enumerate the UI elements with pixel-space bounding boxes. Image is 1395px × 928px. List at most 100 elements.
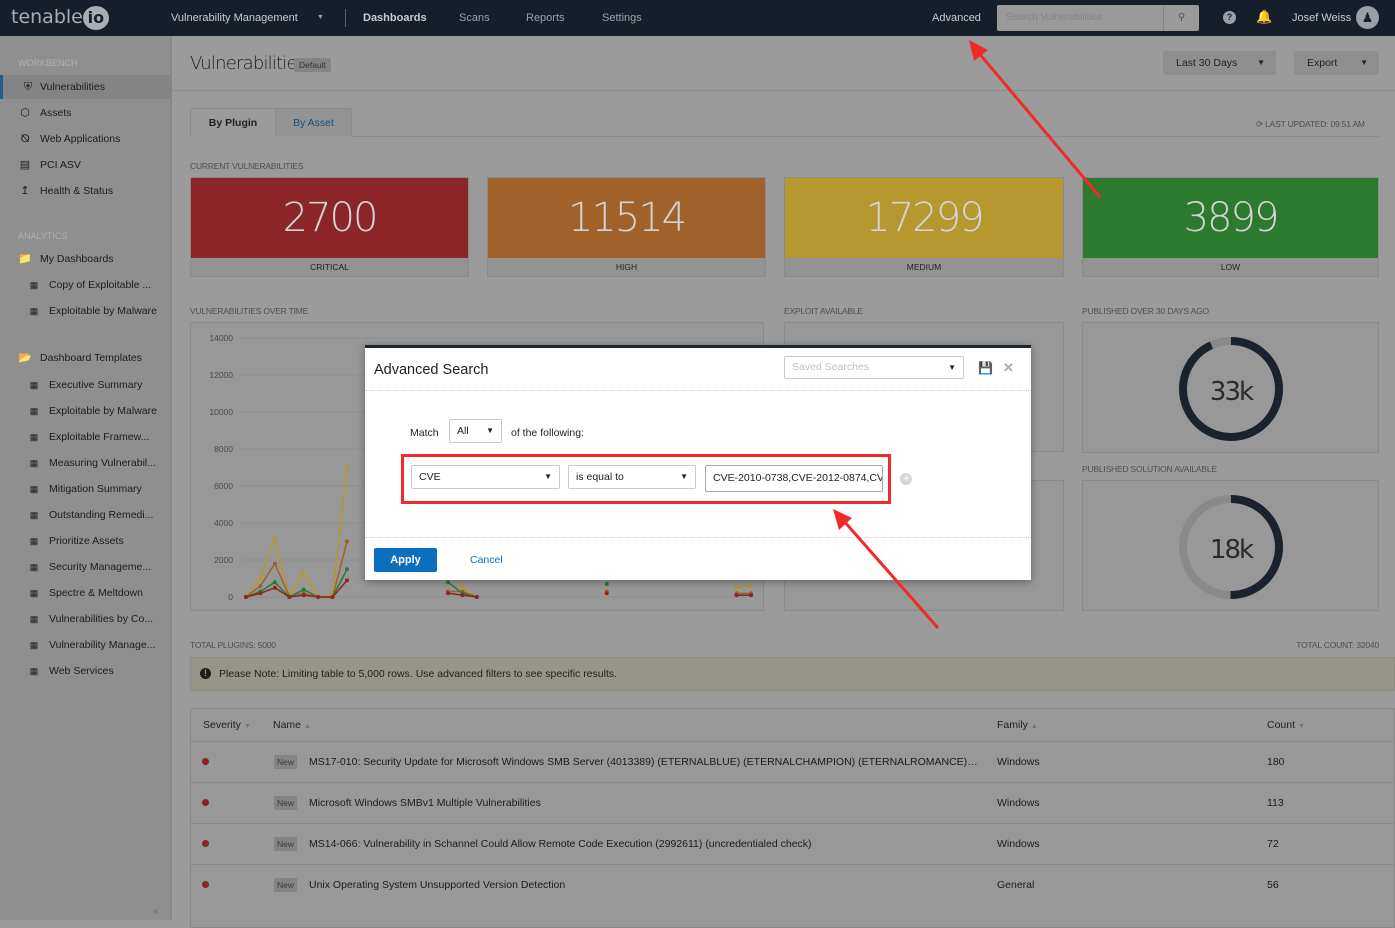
sidebar-item-dashboard[interactable]: ▦ Exploitable by Malware — [0, 399, 171, 423]
collapse-sidebar-icon[interactable]: « — [153, 906, 159, 917]
top-nav: tenable io Vulnerability Management ▼ Das… — [0, 0, 1395, 36]
sidebar-item-dashboard[interactable]: ▦ Measuring Vulnerabil... — [0, 451, 171, 475]
data-point — [604, 582, 609, 587]
tab-by-asset[interactable]: By Asset — [276, 108, 352, 136]
severity-count: 17299 — [785, 178, 1063, 258]
severity-card-high[interactable]: 11514 HIGH — [487, 177, 766, 277]
y-tick-label: 14000 — [209, 333, 233, 343]
grid-icon: ▦ — [29, 640, 39, 650]
nav-dashboards[interactable]: Dashboards — [363, 12, 427, 24]
sidebar-item-dashboard[interactable]: ▦ Vulnerabilities by Co... — [0, 607, 171, 631]
sidebar-item-dashboard[interactable]: ▦ Prioritize Assets — [0, 529, 171, 553]
y-tick-label: 6000 — [214, 481, 233, 491]
tab-by-plugin[interactable]: By Plugin — [190, 108, 276, 136]
sidebar-item-vulnerabilities[interactable]: ⛨ Vulnerabilities — [0, 75, 171, 99]
sidebar-item-health-status[interactable]: ↥ Health & Status — [0, 179, 171, 203]
saved-searches-dropdown[interactable]: Saved Searches ▼ — [784, 356, 964, 379]
export-dropdown[interactable]: Export ▼ — [1294, 51, 1379, 75]
plugins-table: Severity ▼ Name ▲ Family ▲ Count ▼ New MS… — [190, 708, 1395, 928]
severity-count: 11514 — [488, 178, 765, 258]
sidebar-item-dashboard[interactable]: ▦ Security Manageme... — [0, 555, 171, 579]
advanced-search-link[interactable]: Advanced — [932, 12, 981, 24]
filter-field-dropdown[interactable]: CVE ▼ — [411, 465, 560, 489]
sidebar-item-pci-asv[interactable]: ▤ PCI ASV — [0, 153, 171, 177]
following-label: of the following: — [511, 427, 584, 439]
severity-card-critical[interactable]: 2700 CRITICAL — [190, 177, 469, 277]
published30-label: PUBLISHED OVER 30 DAYS AGO — [1082, 306, 1209, 316]
nav-scans[interactable]: Scans — [459, 12, 490, 24]
sidebar-item-dashboard[interactable]: ▦ Executive Summary — [0, 373, 171, 397]
grid-icon: ▦ — [29, 380, 39, 390]
column-family[interactable]: Family ▲ — [997, 709, 1038, 741]
sidebar-item-dashboard[interactable]: ▦ Exploitable Framew... — [0, 425, 171, 449]
sidebar-item-dashboard[interactable]: ▦ Outstanding Remedi... — [0, 503, 171, 527]
nav-settings[interactable]: Settings — [602, 12, 642, 24]
sidebar-item-dashboard-templates[interactable]: 📂 Dashboard Templates — [0, 346, 171, 370]
search-input[interactable]: Search Vulnerabilities ⚲ — [997, 5, 1199, 31]
sidebar-item-my-dashboards[interactable]: 📁 My Dashboards — [0, 247, 171, 271]
product-switcher[interactable]: Vulnerability Management — [171, 12, 298, 24]
sidebar: WORKBENCH ⛨ Vulnerabilities ⬡ Assets ⦰ Web … — [0, 36, 172, 920]
help-icon[interactable]: ? — [1223, 11, 1236, 24]
published30-panel: 33k — [1082, 322, 1379, 453]
solution-label: PUBLISHED SOLUTION AVAILABLE — [1082, 464, 1217, 474]
column-name[interactable]: Name ▲ — [273, 709, 311, 741]
save-icon[interactable]: 💾 — [978, 361, 993, 375]
plugin-name[interactable]: Microsoft Windows SMBv1 Multiple Vulnera… — [309, 783, 541, 823]
column-count[interactable]: Count ▼ — [1267, 709, 1305, 741]
severity-card-low[interactable]: 3899 LOW — [1082, 177, 1379, 277]
sidebar-item-web-applications[interactable]: ⦰ Web Applications — [0, 127, 171, 151]
column-severity[interactable]: Severity ▼ — [203, 709, 251, 741]
sidebar-item-assets[interactable]: ⬡ Assets — [0, 101, 171, 125]
close-icon[interactable]: ✕ — [1003, 360, 1014, 376]
sidebar-item-dashboard[interactable]: ▦ Exploitable by Malware — [0, 299, 171, 323]
series-line — [245, 467, 348, 598]
severity-card-medium[interactable]: 17299 MEDIUM — [784, 177, 1064, 277]
avatar[interactable]: ♟ — [1356, 6, 1379, 29]
plugin-name[interactable]: MS17-010: Security Update for Microsoft … — [309, 742, 979, 782]
refresh-icon: ⟳ — [1256, 119, 1263, 129]
cube-icon: ⬡ — [20, 107, 30, 119]
grid-icon: ▦ — [29, 280, 39, 290]
alert-icon: ! — [200, 668, 211, 679]
y-tick-label: 0 — [228, 592, 233, 602]
donut-value: 18k — [1210, 535, 1254, 565]
date-range-dropdown[interactable]: Last 30 Days ▼ — [1163, 51, 1276, 75]
grid-icon: ▦ — [29, 588, 39, 598]
plugin-name[interactable]: Unix Operating System Unsupported Versio… — [309, 865, 565, 905]
table-row[interactable]: New Microsoft Windows SMBv1 Multiple Vuln… — [191, 782, 1395, 823]
table-row[interactable]: New MS17-010: Security Update for Microso… — [191, 741, 1395, 782]
sidebar-item-dashboard[interactable]: ▦ Web Services — [0, 659, 171, 683]
user-name[interactable]: Josef Weiss — [1292, 12, 1351, 24]
apply-button[interactable]: Apply — [374, 548, 437, 572]
match-dropdown[interactable]: All ▼ — [449, 419, 502, 443]
bell-icon[interactable]: 🔔 — [1256, 9, 1272, 25]
sidebar-item-dashboard[interactable]: ▦ Vulnerability Manage... — [0, 633, 171, 657]
sidebar-item-dashboard[interactable]: ▦ Copy of Exploitable ... — [0, 273, 171, 297]
sidebar-item-dashboard[interactable]: ▦ Mitigation Summary — [0, 477, 171, 501]
match-label: Match — [410, 427, 439, 439]
advanced-search-modal: Advanced Search Saved Searches ▼ 💾 ✕ Matc… — [365, 345, 1031, 580]
chevron-down-icon[interactable]: ▼ — [317, 14, 324, 21]
plugin-family: Windows — [997, 797, 1040, 809]
nav-reports[interactable]: Reports — [526, 12, 565, 24]
add-filter-icon[interactable]: + — [900, 473, 912, 485]
table-row[interactable]: New MS14-066: Vulnerability in Schannel C… — [191, 823, 1395, 864]
sidebar-item-dashboard[interactable]: ▦ Spectre & Meltdown — [0, 581, 171, 605]
folder-open-icon: 📂 — [18, 352, 32, 364]
search-icon[interactable]: ⚲ — [1163, 5, 1199, 31]
filter-operator-dropdown[interactable]: is equal to ▼ — [568, 465, 696, 489]
y-tick-label: 12000 — [209, 370, 233, 380]
donut-value: 33k — [1210, 377, 1254, 407]
table-row[interactable]: New Unix Operating System Unsupported Ver… — [191, 864, 1395, 905]
divider — [365, 390, 1031, 391]
plugin-name[interactable]: MS14-066: Vulnerability in Schannel Coul… — [309, 824, 812, 864]
plugin-family: Windows — [997, 756, 1040, 768]
filter-value-input[interactable]: CVE-2010-0738,CVE-2012-0874,CVE-2013-481… — [705, 465, 883, 492]
severity-count: 2700 — [191, 178, 468, 258]
grid-icon: ▦ — [29, 510, 39, 520]
caret-down-icon: ▼ — [486, 426, 494, 435]
cancel-button[interactable]: Cancel — [470, 554, 503, 566]
grid-icon: ▦ — [29, 562, 39, 572]
tenable-logo[interactable]: tenable io — [11, 6, 109, 30]
